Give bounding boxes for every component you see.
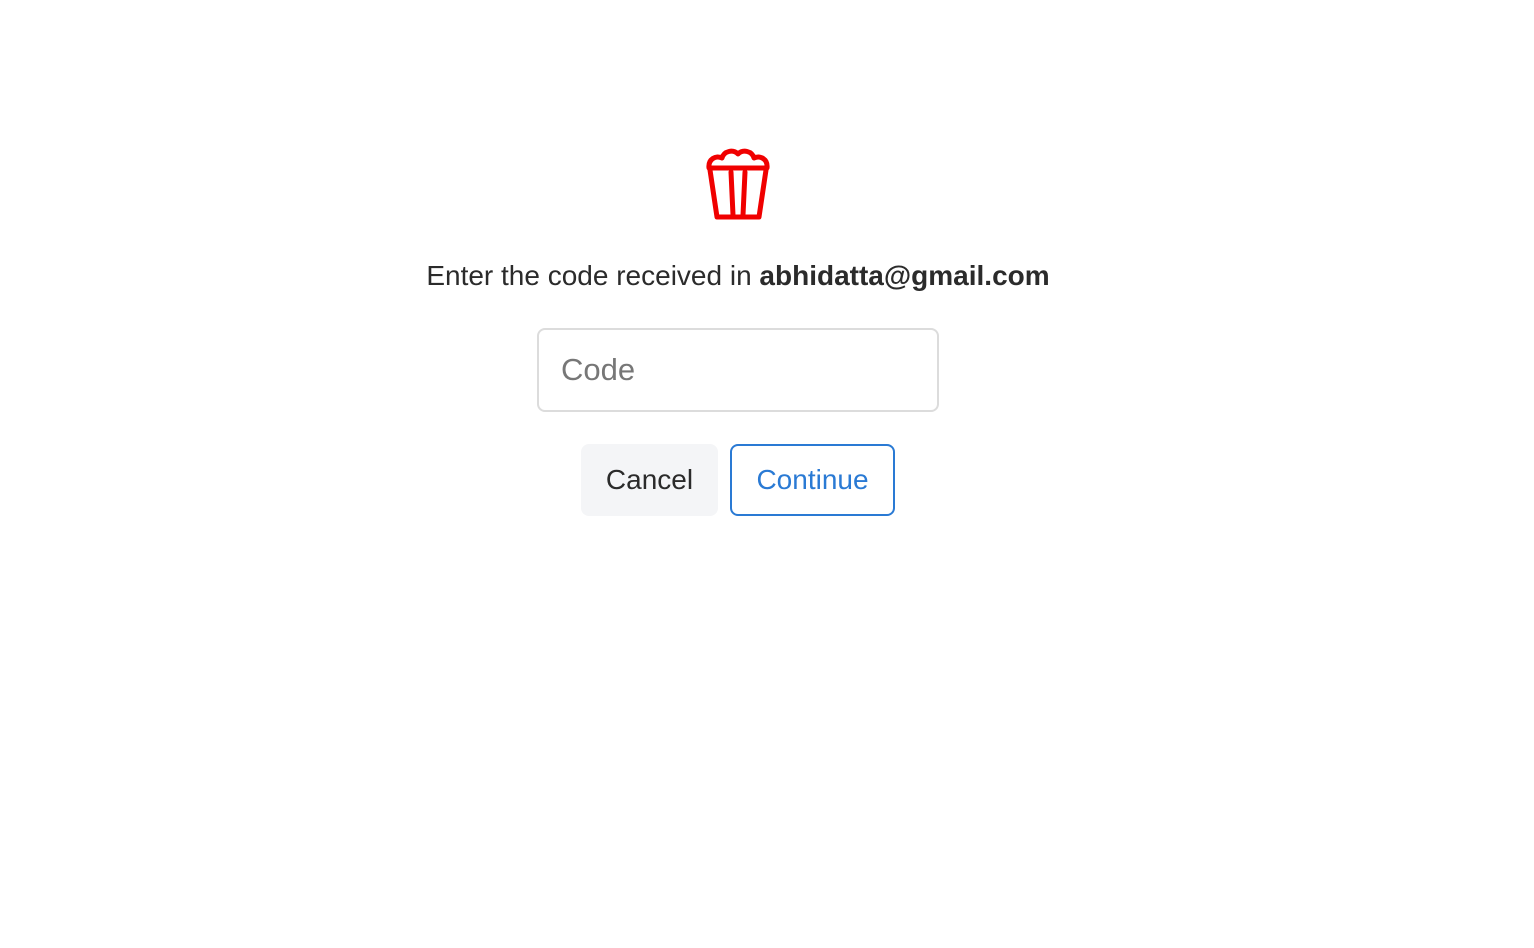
- prompt-text: Enter the code received in: [426, 260, 760, 291]
- email-address: abhidatta@gmail.com: [759, 260, 1050, 291]
- cancel-button[interactable]: Cancel: [581, 444, 718, 516]
- continue-button[interactable]: Continue: [730, 444, 895, 516]
- popcorn-icon: [706, 148, 770, 220]
- verification-page: Enter the code received in abhidatta@gma…: [0, 0, 1534, 948]
- code-prompt: Enter the code received in abhidatta@gma…: [0, 258, 1476, 294]
- code-input[interactable]: [537, 328, 939, 412]
